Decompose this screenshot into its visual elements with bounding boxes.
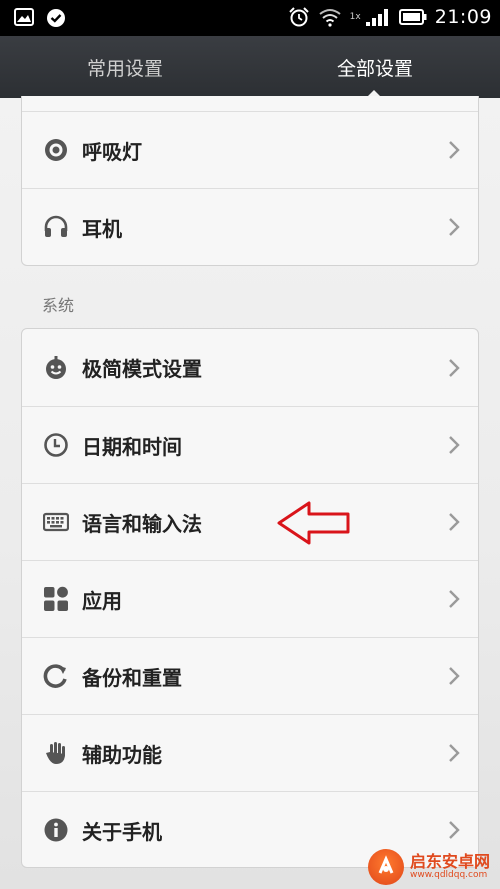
simple-mode-icon xyxy=(46,355,66,379)
wifi-icon xyxy=(319,9,341,27)
list-item-label: 耳机 xyxy=(82,216,122,241)
chevron-right-icon xyxy=(449,667,460,685)
status-bar: 1x 21:09 xyxy=(0,0,500,36)
list-item-backup-reset[interactable]: 备份和重置 xyxy=(22,637,478,714)
chevron-right-icon xyxy=(449,436,460,454)
section-header-system: 系统 xyxy=(42,296,75,315)
list-item-label: 日期和时间 xyxy=(82,434,182,459)
chevron-right-icon xyxy=(449,513,460,531)
list-item-headphones[interactable]: 耳机 xyxy=(22,188,478,265)
headphones-icon xyxy=(44,215,68,237)
list-item-label: 极简模式设置 xyxy=(82,357,202,381)
tab-all-settings[interactable]: 全部设置 xyxy=(250,36,500,98)
chevron-right-icon xyxy=(449,218,460,236)
tab-common-settings[interactable]: 常用设置 xyxy=(0,36,250,98)
breathing-light-icon xyxy=(45,139,67,161)
clock-time: 21:09 xyxy=(434,6,492,28)
chevron-right-icon xyxy=(449,141,460,159)
list-item-breathing-light[interactable]: 呼吸灯 xyxy=(22,111,478,188)
info-icon xyxy=(44,818,68,842)
keyboard-icon xyxy=(43,512,69,532)
list-item-label: 呼吸灯 xyxy=(82,139,142,164)
settings-tab-bar: 常用设置 全部设置 xyxy=(0,36,500,99)
list-item-label: 语言和输入法 xyxy=(82,511,202,536)
list-item-label: 应用 xyxy=(82,588,122,613)
list-item-accessibility[interactable]: 辅助功能 xyxy=(22,714,478,791)
network-type-label: 1x xyxy=(349,12,361,22)
chevron-right-icon xyxy=(449,744,460,762)
list-item-label: 关于手机 xyxy=(82,819,162,844)
backup-icon xyxy=(43,664,67,688)
chevron-right-icon xyxy=(449,821,460,839)
list-item-date-time[interactable]: 日期和时间 xyxy=(22,406,478,483)
hand-icon xyxy=(46,742,65,764)
list-item-simple-mode[interactable]: 极简模式设置 xyxy=(22,329,478,406)
system-settings-card: 极简模式设置 日期和时间 语言和输入法 应用 备份和重置 辅助功能 关于手机 xyxy=(21,328,479,868)
signal-icon xyxy=(365,9,388,26)
watermark-url: www.qdldqq.com xyxy=(410,869,488,880)
battery-icon xyxy=(398,9,427,25)
alarm-icon xyxy=(288,7,309,27)
list-item-label: 辅助功能 xyxy=(82,742,162,767)
watermark-logo-icon xyxy=(368,849,404,885)
annotation-arrow-icon xyxy=(277,501,350,545)
device-settings-card: 呼吸灯 耳机 xyxy=(21,96,479,266)
check-notification-icon xyxy=(47,9,65,27)
chevron-right-icon xyxy=(449,590,460,608)
apps-icon xyxy=(44,586,68,611)
list-item-apps[interactable]: 应用 xyxy=(22,560,478,637)
watermark-title: 启东安卓网 xyxy=(410,851,491,871)
list-item-language-input[interactable]: 语言和输入法 xyxy=(22,483,478,560)
watermark: 启东安卓网 www.qdldqq.com xyxy=(368,845,500,889)
chevron-right-icon xyxy=(449,358,460,377)
image-notification-icon xyxy=(14,8,34,26)
list-item-label: 备份和重置 xyxy=(82,665,182,690)
clock-icon xyxy=(44,433,68,457)
